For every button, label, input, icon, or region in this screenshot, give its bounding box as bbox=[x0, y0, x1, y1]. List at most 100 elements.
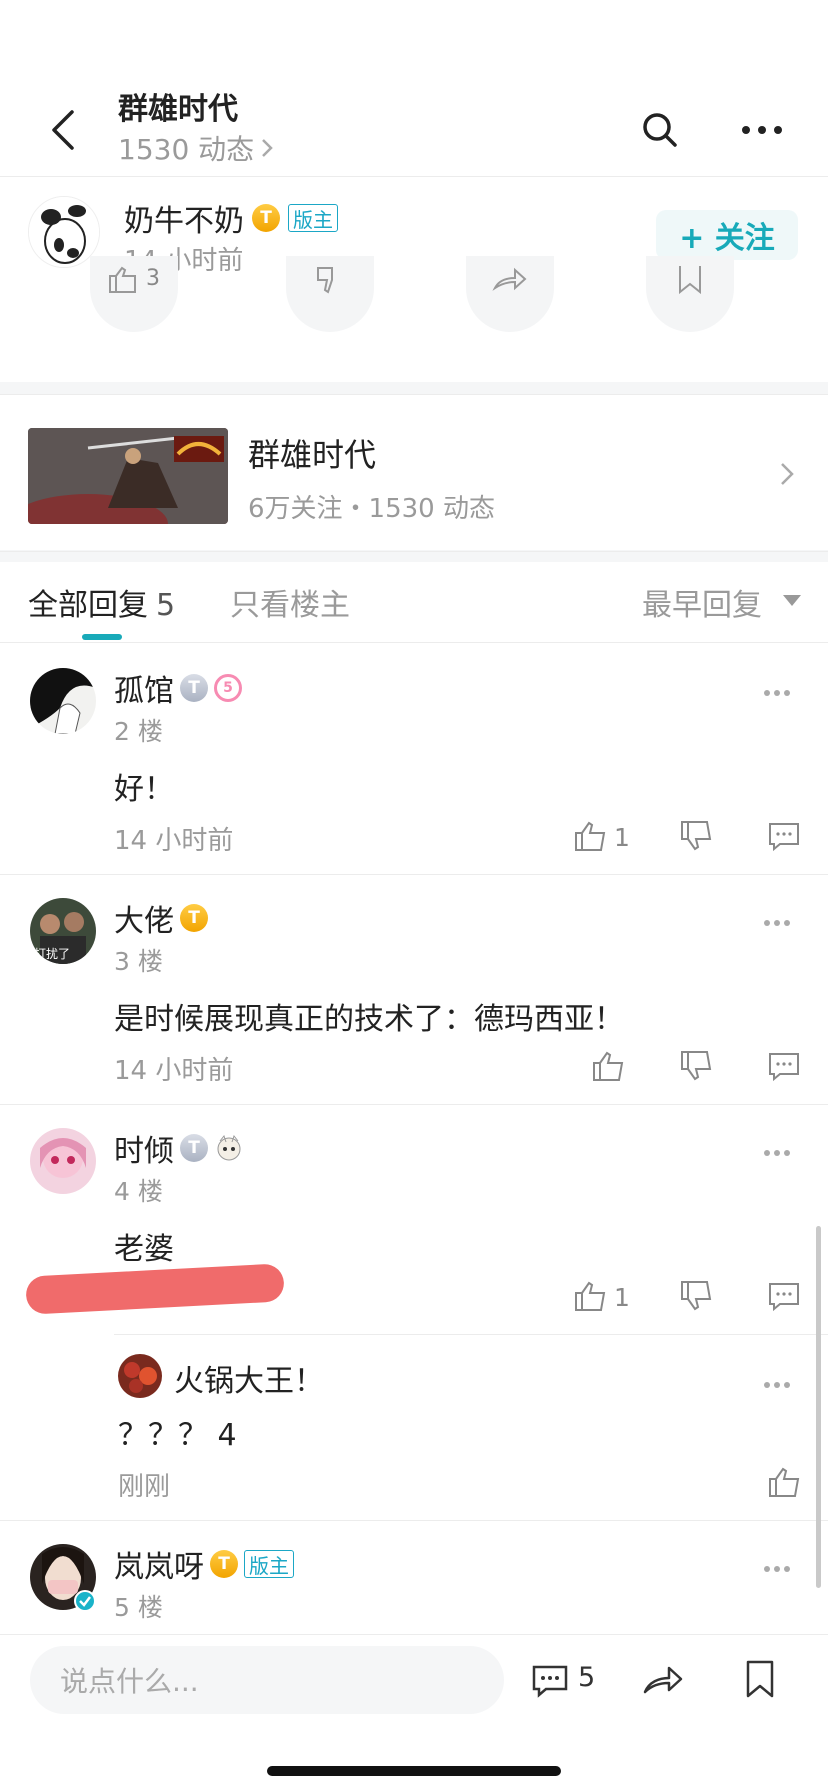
reply-icon[interactable] bbox=[768, 1050, 800, 1082]
share-icon[interactable] bbox=[642, 1662, 684, 1696]
divider bbox=[114, 1334, 828, 1335]
chevron-right-icon[interactable] bbox=[776, 460, 798, 488]
post-share-button[interactable] bbox=[466, 256, 554, 332]
comment-author-row: 岚岚呀 T 版主 bbox=[114, 1542, 294, 1586]
more-icon[interactable] bbox=[740, 115, 784, 145]
thumb-up-icon[interactable] bbox=[768, 1466, 800, 1498]
topic-cover-image[interactable] bbox=[28, 428, 228, 524]
comment-time: 14 小时前 bbox=[114, 826, 234, 856]
floor-number: 3 楼 bbox=[114, 947, 163, 976]
more-icon[interactable] bbox=[762, 1148, 792, 1158]
reply-text: ？？？ 4 bbox=[118, 1418, 237, 1453]
comment-text: 好！ bbox=[114, 772, 174, 807]
svg-text:打扰了: 打扰了 bbox=[34, 947, 70, 961]
thumb-down-icon[interactable] bbox=[680, 1280, 712, 1312]
comment-input[interactable]: 说点什么... bbox=[30, 1646, 504, 1714]
section-separator bbox=[0, 382, 828, 394]
reply-author-name[interactable]: 火锅大王！ bbox=[174, 1356, 324, 1400]
post-bookmark-button[interactable] bbox=[646, 256, 734, 332]
post-count-label: 1530 动态 bbox=[118, 133, 255, 166]
floor-number: 5 楼 bbox=[114, 1593, 163, 1622]
post-count-link[interactable]: 1530 动态 bbox=[118, 128, 274, 168]
comment-author-name[interactable]: 岚岚呀 bbox=[114, 1542, 204, 1586]
more-icon[interactable] bbox=[762, 1564, 792, 1574]
level-badge-icon: T bbox=[210, 1550, 238, 1578]
divider bbox=[0, 1104, 828, 1105]
post-like-count: 3 bbox=[146, 266, 160, 291]
verified-icon bbox=[74, 1590, 96, 1612]
divider bbox=[0, 642, 828, 643]
tab-all-replies[interactable]: 全部回复 5 bbox=[28, 580, 175, 624]
search-icon[interactable] bbox=[640, 110, 680, 150]
comment-author-row: 大佬 T bbox=[114, 896, 208, 940]
chevron-right-icon bbox=[262, 139, 273, 157]
more-icon[interactable] bbox=[762, 1380, 792, 1390]
fan-badge-icon: 5 bbox=[214, 674, 242, 702]
tab-indicator bbox=[82, 634, 122, 640]
comment-count: 5 bbox=[578, 1662, 596, 1693]
moderator-badge: 版主 bbox=[288, 204, 338, 232]
like-count: 1 bbox=[614, 1283, 630, 1312]
divider bbox=[0, 1634, 828, 1635]
topic-title[interactable]: 群雄时代 bbox=[248, 430, 376, 476]
comment-author-name[interactable]: 时倾 bbox=[114, 1126, 174, 1170]
divider bbox=[0, 874, 828, 875]
author-name[interactable]: 奶牛不奶 bbox=[124, 196, 244, 240]
more-icon[interactable] bbox=[762, 688, 792, 698]
comment-author-row: 时倾 T bbox=[114, 1126, 244, 1170]
like-count: 1 bbox=[614, 823, 630, 852]
caret-down-icon[interactable] bbox=[783, 592, 801, 606]
scrollbar[interactable] bbox=[816, 1226, 821, 1588]
page-title: 群雄时代 bbox=[118, 92, 238, 127]
avatar[interactable] bbox=[30, 1128, 96, 1194]
sort-dropdown[interactable]: 最早回复 bbox=[642, 580, 762, 624]
tab-all-count: 5 bbox=[156, 588, 176, 623]
redaction-mark bbox=[25, 1263, 285, 1315]
thumb-up-icon bbox=[109, 266, 136, 293]
avatar[interactable]: 打扰了 bbox=[30, 898, 96, 964]
more-icon[interactable] bbox=[762, 918, 792, 928]
comment-icon[interactable] bbox=[532, 1664, 568, 1698]
bookmark-icon bbox=[679, 266, 701, 294]
avatar[interactable] bbox=[30, 668, 96, 734]
comment-author-name[interactable]: 孤馆 bbox=[114, 666, 174, 710]
thumb-down-icon[interactable] bbox=[680, 820, 712, 852]
comment-author-row: 孤馆 T 5 bbox=[114, 666, 242, 710]
comment-time: 14 小时前 bbox=[114, 1056, 234, 1086]
thumb-up-icon[interactable] bbox=[574, 820, 606, 852]
bookmark-icon[interactable] bbox=[744, 1660, 776, 1698]
divider bbox=[0, 551, 828, 552]
post-like-button[interactable]: 3 bbox=[90, 256, 178, 332]
thumb-up-icon[interactable] bbox=[592, 1050, 624, 1082]
reply-icon[interactable] bbox=[768, 820, 800, 852]
thumb-up-icon[interactable] bbox=[574, 1280, 606, 1312]
divider bbox=[0, 1520, 828, 1521]
thumb-down-icon bbox=[317, 267, 333, 294]
share-icon bbox=[492, 267, 527, 291]
thumb-down-icon[interactable] bbox=[680, 1050, 712, 1082]
level-badge-icon: T bbox=[180, 904, 208, 932]
comment-text: 老婆 bbox=[114, 1232, 174, 1267]
comment-input-placeholder: 说点什么... bbox=[60, 1665, 199, 1698]
home-indicator[interactable] bbox=[267, 1766, 561, 1776]
level-badge-icon: T bbox=[180, 1134, 208, 1162]
comment-author-name[interactable]: 大佬 bbox=[114, 896, 174, 940]
back-icon[interactable] bbox=[44, 108, 84, 152]
level-badge-icon: T bbox=[252, 204, 280, 232]
tab-all-label: 全部回复 bbox=[28, 588, 148, 623]
floor-number: 4 楼 bbox=[114, 1177, 163, 1206]
floor-number: 2 楼 bbox=[114, 717, 163, 746]
post-dislike-button[interactable] bbox=[286, 256, 374, 332]
reply-time: 刚刚 bbox=[118, 1472, 171, 1502]
level-badge-icon: T bbox=[180, 674, 208, 702]
pet-badge-icon bbox=[217, 1134, 241, 1161]
avatar[interactable] bbox=[118, 1354, 162, 1398]
divider bbox=[0, 176, 828, 177]
follow-button[interactable]: + 关注 bbox=[656, 210, 798, 260]
reply-icon[interactable] bbox=[768, 1280, 800, 1312]
topic-stats: 6万关注・1530 动态 bbox=[248, 494, 495, 524]
tab-owner-only[interactable]: 只看楼主 bbox=[230, 580, 350, 624]
comment-text: 是时候展现真正的技术了：德玛西亚！ bbox=[114, 1002, 624, 1037]
moderator-badge: 版主 bbox=[244, 1550, 294, 1578]
divider bbox=[0, 394, 828, 395]
